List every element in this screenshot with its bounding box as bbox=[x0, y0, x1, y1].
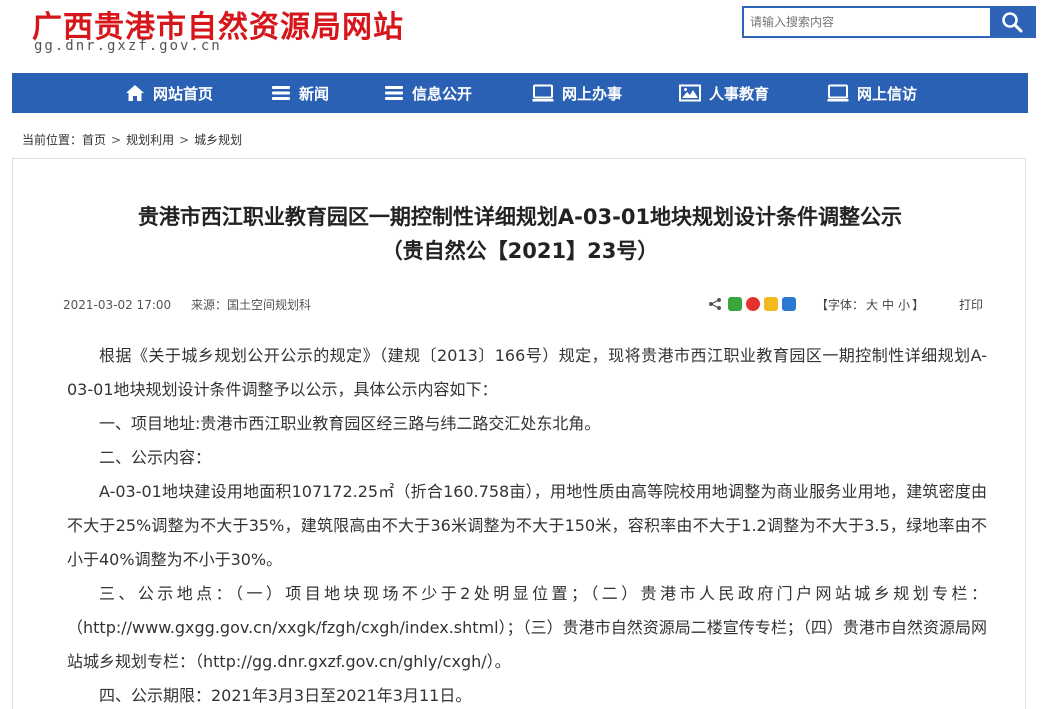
nav-item-online-service[interactable]: 网上办事 bbox=[532, 73, 622, 113]
article-paragraph: 三、公示地点：（一）项目地块现场不少于2处明显位置；（二）贵港市人民政府门户网站… bbox=[67, 584, 987, 671]
qq-icon[interactable] bbox=[782, 297, 796, 311]
font-size-control: 【字体：大中小】 bbox=[816, 296, 924, 313]
article-paragraph: 四、公示期限：2021年3月3日至2021年3月11日。 bbox=[99, 686, 472, 705]
weibo-icon[interactable] bbox=[746, 297, 760, 311]
breadcrumb-separator: > bbox=[179, 133, 190, 147]
article-title: 贵港市西江职业教育园区一期控制性详细规划A-03-01地块规划设计条件调整公示 bbox=[137, 205, 903, 229]
breadcrumb-home[interactable]: 首页 bbox=[82, 133, 106, 147]
article-panel: 贵港市西江职业教育园区一期控制性详细规划A-03-01地块规划设计条件调整公示 … bbox=[12, 158, 1026, 709]
article-paragraph: 根据《关于城乡规划公开公示的规定》（建规〔2013〕166号）规定，现将贵港市西… bbox=[67, 346, 987, 399]
search-input[interactable] bbox=[744, 8, 990, 36]
search-box bbox=[742, 6, 1036, 38]
article-title-number: （贵自然公【2021】23号） bbox=[381, 239, 659, 263]
breadcrumb-urban-rural[interactable]: 城乡规划 bbox=[194, 133, 242, 147]
font-size-close: 】 bbox=[912, 297, 925, 312]
qzone-icon[interactable] bbox=[764, 297, 778, 311]
nav-item-home[interactable]: 网站首页 bbox=[125, 73, 213, 113]
main-nav: 网站首页 新闻 信息公开 网上办事 人事教育 网上信访 bbox=[12, 73, 1028, 113]
search-icon bbox=[1002, 12, 1023, 33]
nav-item-label: 新闻 bbox=[299, 84, 330, 103]
nav-item-personnel[interactable]: 人事教育 bbox=[679, 73, 769, 113]
font-size-label: 【字体： bbox=[816, 297, 865, 312]
monitor-icon bbox=[827, 84, 849, 102]
font-size-small[interactable]: 小 bbox=[898, 298, 910, 312]
article-body: 根据《关于城乡规划公开公示的规定》（建规〔2013〕166号）规定，现将贵港市西… bbox=[67, 339, 987, 709]
monitor-icon bbox=[532, 84, 554, 102]
breadcrumb-planning[interactable]: 规划利用 bbox=[126, 133, 174, 147]
article-paragraph: A-03-01地块建设用地面积107172.25㎡（折合160.758亩），用地… bbox=[67, 482, 987, 569]
search-button[interactable] bbox=[990, 8, 1034, 36]
font-size-large[interactable]: 大 bbox=[866, 298, 878, 312]
share-icon[interactable] bbox=[708, 297, 722, 311]
list-icon bbox=[385, 86, 403, 100]
nav-item-label: 网站首页 bbox=[153, 84, 214, 103]
nav-item-label: 网上信访 bbox=[857, 84, 918, 103]
news-icon bbox=[272, 86, 290, 100]
wechat-icon[interactable] bbox=[728, 297, 742, 311]
nav-item-news[interactable]: 新闻 bbox=[271, 73, 329, 113]
site-domain: gg.dnr.gxzf.gov.cn bbox=[34, 38, 222, 54]
article-meta: 2021-03-02 17:00 来源：国土空间规划科 bbox=[63, 296, 311, 313]
site-header: 广西贵港市自然资源局网站 gg.dnr.gxzf.gov.cn bbox=[0, 0, 1042, 73]
publish-date: 2021-03-02 17:00 bbox=[63, 298, 172, 312]
article-source: 来源：国土空间规划科 bbox=[190, 298, 311, 312]
breadcrumb: 当前位置：首页 > 规划利用 > 城乡规划 bbox=[22, 131, 242, 148]
nav-item-label: 信息公开 bbox=[412, 84, 473, 103]
breadcrumb-separator: > bbox=[111, 133, 122, 147]
article-paragraph: 一、项目地址:贵港市西江职业教育园区经三路与纬二路交汇处东北角。 bbox=[99, 414, 601, 433]
share-tools: 【字体：大中小】 bbox=[708, 295, 924, 313]
nav-item-petition[interactable]: 网上信访 bbox=[827, 73, 917, 113]
article-paragraph: 二、公示内容： bbox=[99, 448, 212, 467]
breadcrumb-prefix: 当前位置： bbox=[22, 133, 83, 147]
nav-item-info[interactable]: 信息公开 bbox=[384, 73, 472, 113]
nav-item-label: 人事教育 bbox=[709, 84, 770, 103]
nav-item-label: 网上办事 bbox=[562, 84, 623, 103]
font-size-medium[interactable]: 中 bbox=[882, 298, 894, 312]
print-button[interactable]: 打印 bbox=[959, 296, 983, 313]
image-icon bbox=[679, 84, 701, 102]
home-icon bbox=[126, 85, 144, 101]
